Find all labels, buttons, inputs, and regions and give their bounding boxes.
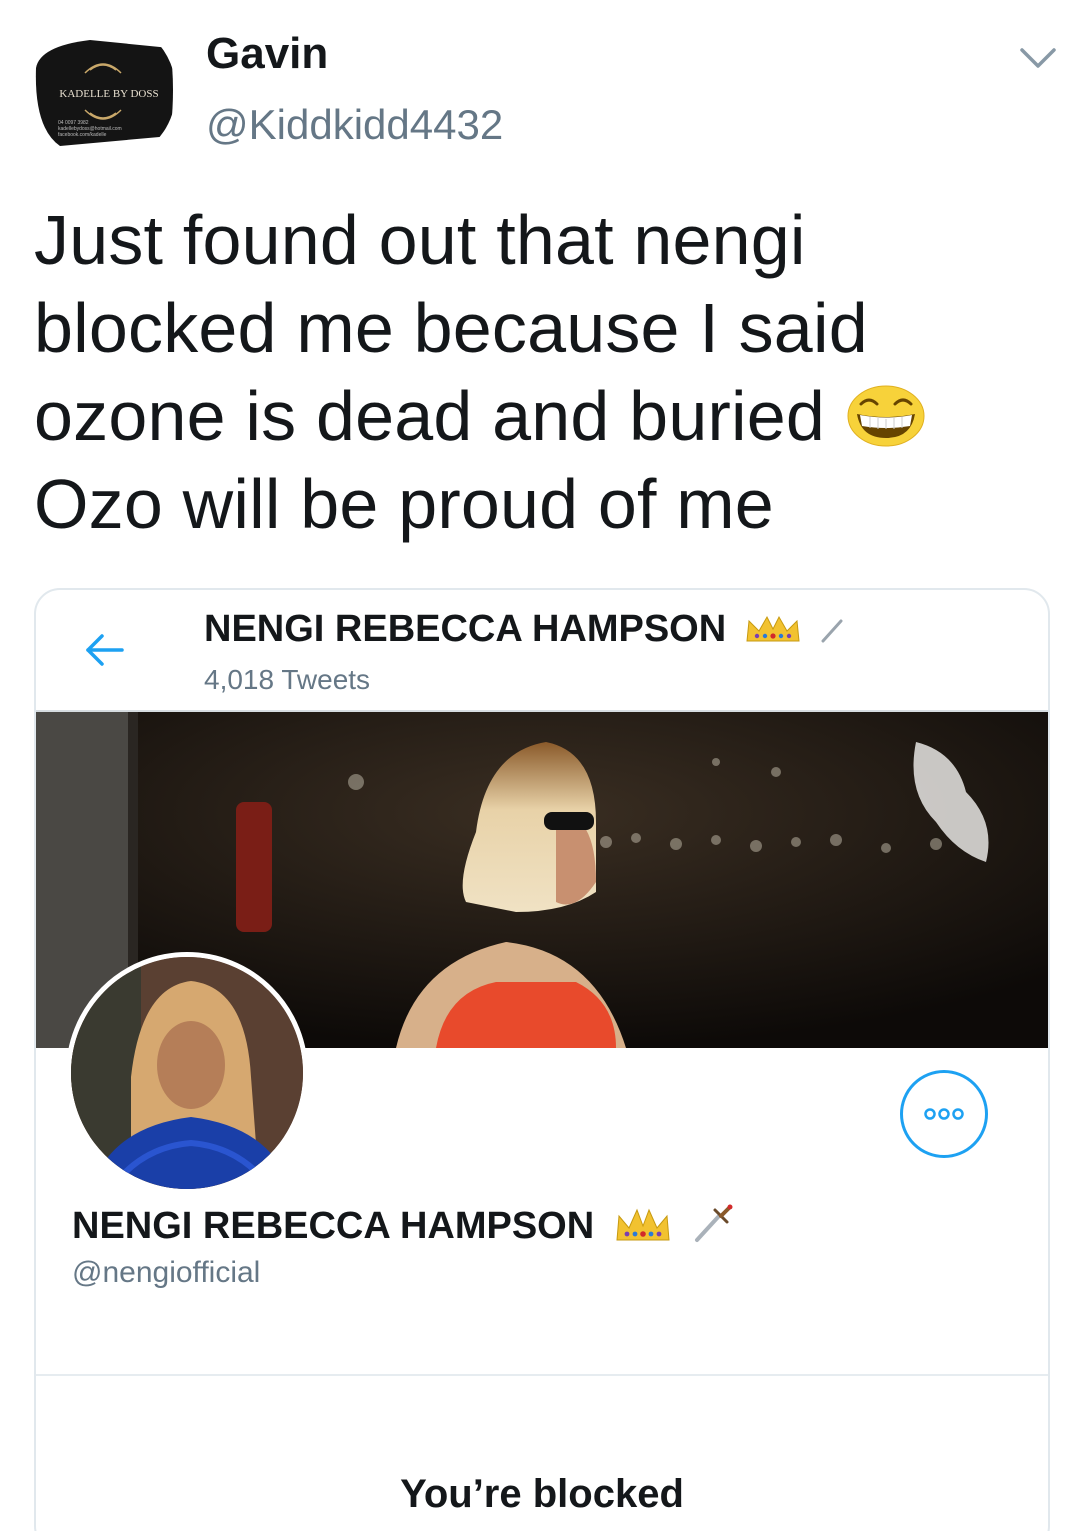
profile-header-title: NENGI REBECCA HAMPSON <box>204 610 845 648</box>
card-divider <box>36 1374 1048 1376</box>
grinning-squinting-face-icon <box>847 385 925 447</box>
tweet-text-part-1: Just found out that nengi blocked me bec… <box>34 201 868 455</box>
chevron-down-icon[interactable] <box>1018 46 1058 72</box>
author-avatar[interactable]: KADELLE BY DOSS 04 0097 3982 kadellebydo… <box>30 18 176 164</box>
embedded-profile-card[interactable]: NENGI REBECCA HAMPSON 4,018 Tweets NENGI… <box>34 588 1050 1531</box>
profile-header-name: NENGI REBECCA HAMPSON <box>204 608 727 650</box>
back-arrow-icon[interactable] <box>82 630 126 670</box>
blocked-message: You’re blocked <box>400 1472 684 1516</box>
profile-name: NENGI REBECCA HAMPSON <box>72 1204 733 1245</box>
author-handle[interactable]: @Kiddkidd4432 <box>206 104 503 146</box>
profile-name-text: NENGI REBECCA HAMPSON <box>72 1205 595 1247</box>
more-dots-icon <box>924 1108 964 1120</box>
more-options-button[interactable] <box>900 1070 988 1158</box>
tweet-text-part-2: Ozo will be proud of me <box>34 465 774 543</box>
tweet-screenshot: KADELLE BY DOSS 04 0097 3982 kadellebydo… <box>0 0 1080 1531</box>
tweet-text: Just found out that nengi blocked me bec… <box>34 196 1064 548</box>
tweet-count: 4,018 Tweets <box>204 664 371 695</box>
kadelle-logo-icon: KADELLE BY DOSS 04 0097 3982 kadellebydo… <box>30 18 176 164</box>
crown-icon <box>616 1208 670 1241</box>
profile-photo <box>71 957 303 1189</box>
profile-avatar[interactable] <box>66 952 308 1194</box>
author-display-name[interactable]: Gavin <box>206 32 328 76</box>
svg-text:KADELLE BY DOSS: KADELLE BY DOSS <box>59 88 158 100</box>
dagger-icon <box>821 619 843 643</box>
profile-handle[interactable]: @nengiofficial <box>72 1258 260 1288</box>
crown-icon <box>746 615 800 642</box>
dagger-icon <box>695 1204 733 1242</box>
